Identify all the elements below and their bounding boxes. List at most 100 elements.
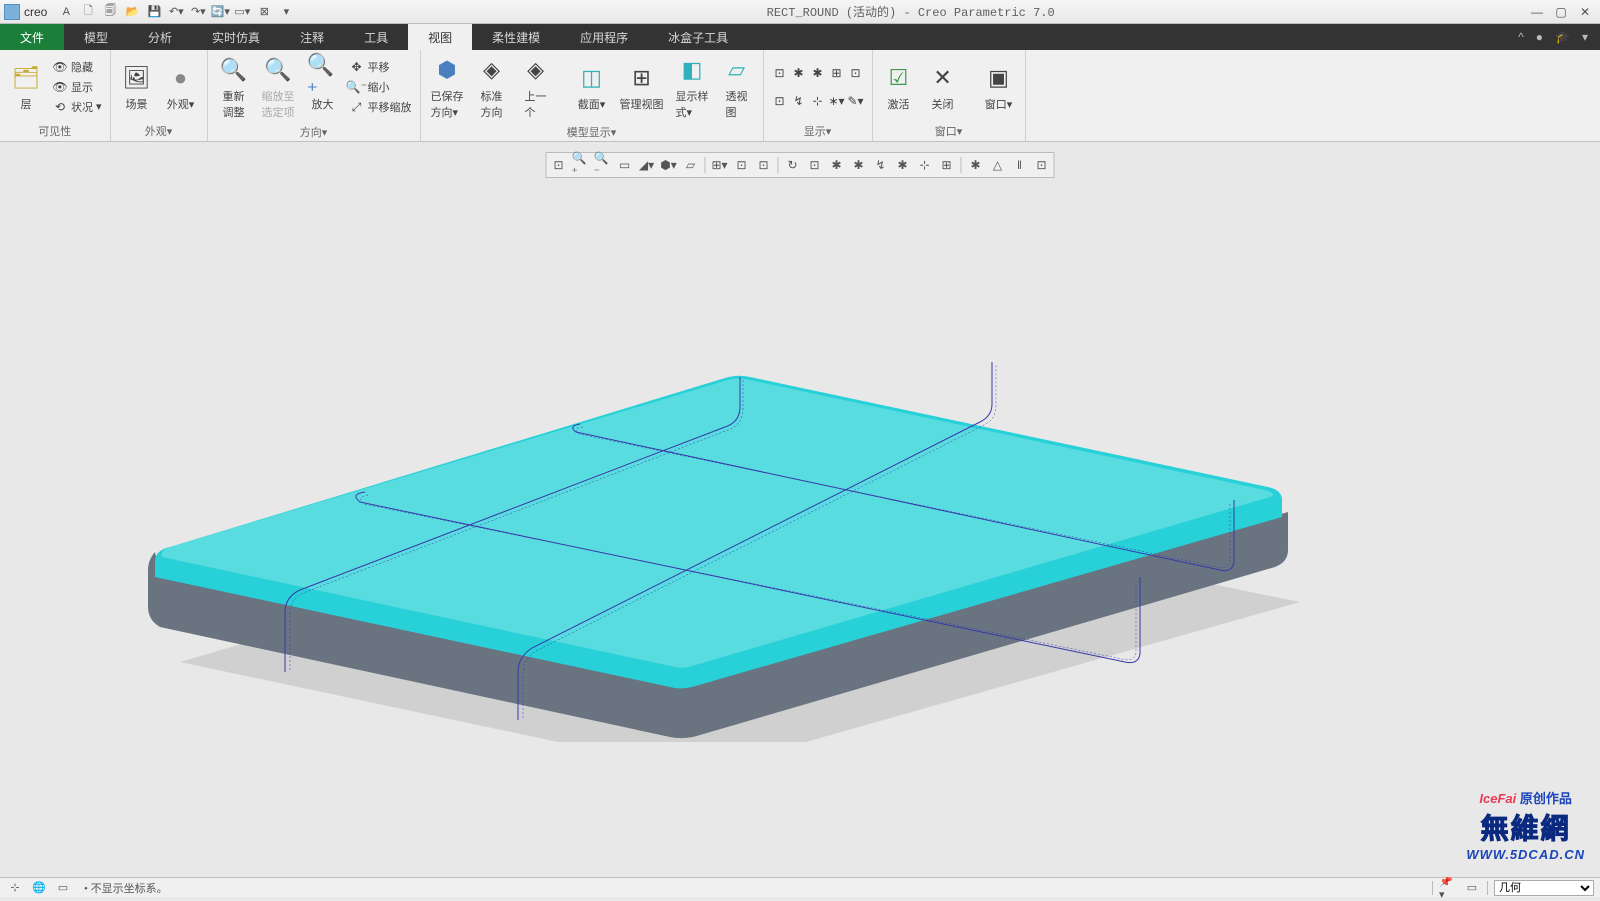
status-bar: ⊹ 🌐 ▭ • 不显示坐标系。 📌▾ ▭ 几何 <box>0 877 1600 897</box>
qat-regen-icon[interactable]: 🔄▾ <box>211 3 229 21</box>
qat-close-icon[interactable]: ⊠ <box>255 3 273 21</box>
gt-d4-icon[interactable]: ↯ <box>871 155 891 175</box>
sb-folder-icon[interactable]: ▭ <box>54 880 72 896</box>
scene-icon: 🖼 <box>121 62 153 94</box>
pan-button[interactable]: ✥平移 <box>347 58 414 76</box>
show-btn-7[interactable]: ↯ <box>791 93 807 109</box>
gt-d9-icon[interactable]: △ <box>988 155 1008 175</box>
tab-annotate[interactable]: 注释 <box>280 24 344 50</box>
close-button[interactable]: ✕ <box>1574 3 1596 21</box>
tab-file[interactable]: 文件 <box>0 24 64 50</box>
gt-d10-icon[interactable]: ‖ <box>1010 155 1030 175</box>
gt-d8-icon[interactable]: ✱ <box>966 155 986 175</box>
tab-flexible[interactable]: 柔性建模 <box>472 24 560 50</box>
gt-zoom-out-icon[interactable]: 🔍⁻ <box>593 155 613 175</box>
gt-refit-icon[interactable]: ⊡ <box>549 155 569 175</box>
gt-d11-icon[interactable]: ⊡ <box>1032 155 1052 175</box>
zoom-out-button[interactable]: 🔍⁻缩小 <box>347 78 414 96</box>
tab-view[interactable]: 视图 <box>408 24 472 50</box>
qat-open-icon[interactable]: 📂 <box>123 3 141 21</box>
gt-persp-icon[interactable]: ▱ <box>681 155 701 175</box>
gt-d6-icon[interactable]: ⊹ <box>915 155 935 175</box>
show-button[interactable]: 👁显示 <box>50 78 104 96</box>
status-button[interactable]: ⟲状况▾ <box>50 98 104 116</box>
show-btn-4[interactable]: ⊞ <box>829 65 845 81</box>
refit-button[interactable]: 🔍 重新 调整 <box>214 52 254 122</box>
gt-repaint-icon[interactable]: ▭ <box>615 155 635 175</box>
saved-orient-button[interactable]: ⬢ 已保存 方向▾ <box>427 52 468 122</box>
sphere-icon: ● <box>165 62 197 94</box>
appearance-button[interactable]: ● 外观▾ <box>161 60 201 114</box>
qat-windows-icon[interactable]: ▭▾ <box>233 3 251 21</box>
zoom-in-button[interactable]: 🔍⁺ 放大 <box>303 60 343 114</box>
show-btn-6[interactable]: ⊡ <box>772 93 788 109</box>
ribbon-group-model-display: ⬢ 已保存 方向▾ ◈ 标准 方向 ◈ 上一 个 ◫ 截面▾ ⊞ 管理视图 ◧ <box>421 50 764 141</box>
tab-icebox[interactable]: 冰盒子工具 <box>648 24 748 50</box>
close-win-button[interactable]: ✕ 关闭 <box>923 60 963 114</box>
tab-analysis[interactable]: 分析 <box>128 24 192 50</box>
show-btn-10[interactable]: ✎▾ <box>848 93 864 109</box>
tab-applications[interactable]: 应用程序 <box>560 24 648 50</box>
gt-zoom-in-icon[interactable]: 🔍⁺ <box>571 155 591 175</box>
sb-browser-icon[interactable]: 🌐 <box>30 880 48 896</box>
app-name: creo <box>24 5 47 19</box>
pan-zoom-button[interactable]: ⤢平移缩放 <box>347 98 414 116</box>
gt-style-icon[interactable]: ◢▾ <box>637 155 657 175</box>
selection-filter-dropdown[interactable]: 几何 <box>1494 880 1594 896</box>
tab-model[interactable]: 模型 <box>64 24 128 50</box>
gt-spin-icon[interactable]: ↻ <box>783 155 803 175</box>
activate-button[interactable]: ☑ 激活 <box>879 60 919 114</box>
sb-filter-icon[interactable]: 📌▾ <box>1439 880 1457 896</box>
maximize-button[interactable]: ▢ <box>1550 3 1572 21</box>
show-btn-9[interactable]: ∗▾ <box>829 93 845 109</box>
show-btn-3[interactable]: ✱ <box>810 65 826 81</box>
ribbon-help2-icon[interactable]: 🎓 <box>1555 30 1570 44</box>
qat-undo-icon[interactable]: ↶▾ <box>167 3 185 21</box>
display-style-button[interactable]: ◧ 显示样 式▾ <box>672 52 713 122</box>
graphics-viewport[interactable]: ⊡ 🔍⁺ 🔍⁻ ▭ ◢▾ ⬢▾ ▱ ⊞▾ ⊡ ⊡ ↻ ⊡ ✱ ✱ ↯ ✱ ⊹ ⊞… <box>0 142 1600 877</box>
show-btn-1[interactable]: ⊡ <box>772 65 788 81</box>
gt-d2-icon[interactable]: ✱ <box>827 155 847 175</box>
section-button[interactable]: ◫ 截面▾ <box>572 60 612 114</box>
ribbon: 🗂 层 👁隐藏 👁显示 ⟲状况▾ 可见性 🖼 场景 ● 外观▾ 外观▾ <box>0 50 1600 142</box>
previous-orient-button[interactable]: ◈ 上一 个 <box>516 52 556 122</box>
ribbon-group-window: ☑ 激活 ✕ 关闭 ▣ 窗口▾ 窗口▾ <box>873 50 1026 141</box>
model-render <box>60 182 1340 742</box>
manage-view-button[interactable]: ⊞ 管理视图 <box>616 60 668 114</box>
layer-button[interactable]: 🗂 层 <box>6 60 46 114</box>
sb-tree-icon[interactable]: ⊹ <box>6 880 24 896</box>
window-button[interactable]: ▣ 窗口▾ <box>979 60 1019 114</box>
gt-d3-icon[interactable]: ✱ <box>849 155 869 175</box>
show-btn-5[interactable]: ⊡ <box>848 65 864 81</box>
show-btn-8[interactable]: ⊹ <box>810 93 826 109</box>
window-icon: ▣ <box>983 62 1015 94</box>
tab-tools[interactable]: 工具 <box>344 24 408 50</box>
gt-view-icon[interactable]: ⊞▾ <box>710 155 730 175</box>
standard-orient-button[interactable]: ◈ 标准 方向 <box>472 52 512 122</box>
scene-button[interactable]: 🖼 场景 <box>117 60 157 114</box>
ribbon-help3-icon[interactable]: ▾ <box>1582 30 1588 44</box>
gt-d1-icon[interactable]: ⊡ <box>805 155 825 175</box>
hide-button[interactable]: 👁隐藏 <box>50 58 104 76</box>
ribbon-collapse-icon[interactable]: ^ <box>1518 30 1524 44</box>
qat-save-icon[interactable]: 💾 <box>145 3 163 21</box>
ribbon-help1-icon[interactable]: ● <box>1536 30 1543 44</box>
tab-live-sim[interactable]: 实时仿真 <box>192 24 280 50</box>
layer-icon: 🗂 <box>10 62 42 94</box>
qat-select-icon[interactable]: A <box>57 3 75 21</box>
gt-annot-icon[interactable]: ⊡ <box>754 155 774 175</box>
qat-copy-icon[interactable]: 🗐 <box>101 3 119 21</box>
minimize-button[interactable]: — <box>1526 3 1548 21</box>
gt-d7-icon[interactable]: ⊞ <box>937 155 957 175</box>
qat-new-icon[interactable]: 🗋 <box>79 3 97 21</box>
perspective-button[interactable]: ▱ 透视 图 <box>717 52 757 122</box>
sb-find-icon[interactable]: ▭ <box>1463 880 1481 896</box>
gt-datum-icon[interactable]: ⊡ <box>732 155 752 175</box>
zoom-to-button[interactable]: 🔍 缩放至 选定项 <box>258 52 299 122</box>
gt-saved-icon[interactable]: ⬢▾ <box>659 155 679 175</box>
qat-redo-icon[interactable]: ↷▾ <box>189 3 207 21</box>
window-controls: — ▢ ✕ <box>1526 3 1596 21</box>
qat-customize-icon[interactable]: ▾ <box>277 3 295 21</box>
gt-d5-icon[interactable]: ✱ <box>893 155 913 175</box>
show-btn-2[interactable]: ✱ <box>791 65 807 81</box>
